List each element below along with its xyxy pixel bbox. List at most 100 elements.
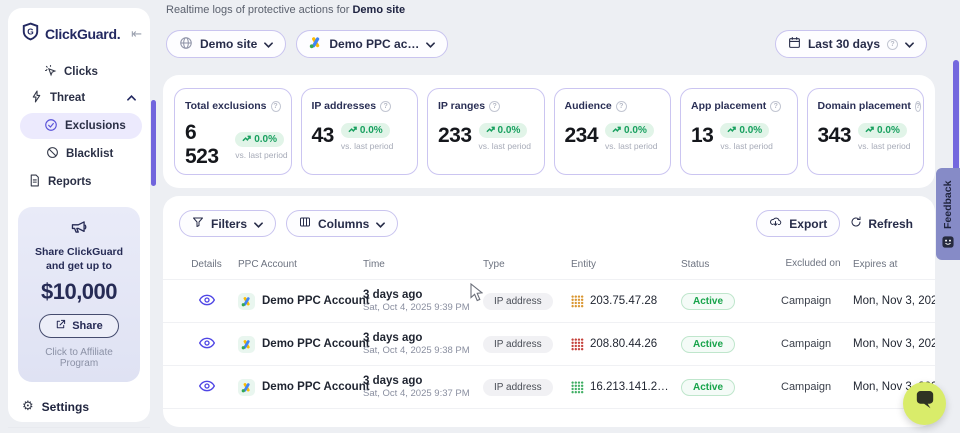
external-link-icon <box>55 319 66 333</box>
trend-badge: 0.0% <box>858 123 907 138</box>
sidebar-nav: Clicks Threat Exclusions Blacklist Repor… <box>8 58 150 194</box>
excluded-on-value: Campaign <box>777 338 849 350</box>
ppc-account-name: Demo PPC Account <box>262 381 370 393</box>
time-exact: Sat, Oct 4, 2025 9:38 PM <box>363 345 475 356</box>
column-header-type[interactable]: Type <box>479 259 567 270</box>
view-details-eye-icon[interactable] <box>199 383 215 395</box>
status-badge: Active <box>681 293 735 310</box>
collapse-sidebar-icon[interactable]: ⇤ <box>131 26 142 42</box>
column-header-entity[interactable]: Entity <box>567 259 677 270</box>
view-details-eye-icon[interactable] <box>199 340 215 352</box>
time-exact: Sat, Oct 4, 2025 9:37 PM <box>363 388 475 399</box>
chat-widget-button[interactable] <box>903 382 946 425</box>
chat-bubble-icon <box>914 391 936 416</box>
help-icon[interactable]: ? <box>489 101 500 112</box>
column-header-time[interactable]: Time <box>359 259 479 270</box>
stat-card-domain-placement: Domain placement? 343 0.0% vs. last peri… <box>807 88 925 175</box>
table-row[interactable]: Demo PPC Account 3 days ago Sat, Oct 4, … <box>163 279 935 322</box>
google-ads-icon <box>238 336 255 353</box>
export-button[interactable]: Export <box>756 210 840 237</box>
info-icon: ? <box>887 39 898 50</box>
stat-card-audience: Audience? 234 0.0% vs. last period <box>554 88 672 175</box>
trend-up-icon <box>727 126 736 134</box>
table-row[interactable]: Demo PPC Account 3 days ago Sat, Oct 4, … <box>163 322 935 365</box>
expires-at-value: Mon, Nov 3, 2025 <box>849 295 919 307</box>
account-selector-label: Demo PPC ac… <box>329 37 419 51</box>
stat-title: Domain placement <box>818 100 911 112</box>
chevron-down-icon <box>426 37 435 51</box>
megaphone-icon <box>70 222 88 239</box>
feedback-tab-label: Feedback <box>936 174 960 236</box>
column-header-expires-at[interactable]: Expires at <box>849 259 919 270</box>
ip-identicon <box>571 338 584 351</box>
stat-card-total-exclusions: Total exclusions? 6 523 0.0% vs. last pe… <box>174 88 292 175</box>
table-row <box>163 408 935 427</box>
stat-caption: vs. last period <box>479 141 531 151</box>
excluded-on-value: Campaign <box>777 381 849 393</box>
stat-title: Audience <box>565 100 612 112</box>
affiliate-promo-card[interactable]: Share ClickGuard and get up to $10,000 S… <box>18 207 140 382</box>
stat-card-ip-addresses: IP addresses? 43 0.0% vs. last period <box>301 88 419 175</box>
entity-value: 203.75.47.28 <box>590 295 657 307</box>
table-row[interactable]: Demo PPC Account 3 days ago Sat, Oct 4, … <box>163 365 935 408</box>
subtitle-text: Realtime logs of protective actions for <box>166 4 349 16</box>
ppc-account-selector[interactable]: Demo PPC ac… <box>296 30 448 58</box>
settings-label: Settings <box>42 400 89 414</box>
filters-label: Filters <box>211 217 247 231</box>
google-ads-icon <box>238 379 255 396</box>
stat-value: 6 523 <box>185 121 228 169</box>
help-icon[interactable]: ? <box>915 101 921 112</box>
column-header-status[interactable]: Status <box>677 259 777 270</box>
stat-value: 233 <box>438 124 472 148</box>
sidebar-item-threat[interactable]: Threat <box>8 86 150 110</box>
calendar-icon <box>788 36 801 52</box>
filters-button[interactable]: Filters <box>179 210 276 237</box>
promo-heading: Share ClickGuard and get up to <box>26 245 132 273</box>
stat-card-app-placement: App placement? 13 0.0% vs. last period <box>680 88 798 175</box>
help-icon[interactable]: ? <box>770 101 781 112</box>
column-header-details[interactable]: Details <box>179 259 234 270</box>
feedback-smiley-icon <box>942 235 954 253</box>
sidebar-item-exclusions[interactable]: Exclusions <box>20 113 142 139</box>
promo-amount: $10,000 <box>26 279 132 305</box>
stats-panel: Total exclusions? 6 523 0.0% vs. last pe… <box>163 75 935 188</box>
columns-icon <box>299 216 311 231</box>
table-header: Details PPC Account Time Type Entity Sta… <box>163 249 935 279</box>
feedback-tab[interactable]: Feedback <box>936 168 960 260</box>
help-icon[interactable]: ? <box>271 101 281 112</box>
column-header-ppc-account[interactable]: PPC Account <box>234 259 359 270</box>
column-header-excluded-on[interactable]: Excluded on <box>777 258 849 270</box>
sidebar-item-clicks[interactable]: Clicks <box>8 60 150 84</box>
date-range-selector[interactable]: Last 30 days ? <box>775 30 927 58</box>
trend-up-icon <box>348 126 357 134</box>
stat-value: 234 <box>565 124 599 148</box>
view-details-eye-icon[interactable] <box>199 297 215 309</box>
ip-identicon <box>571 381 584 394</box>
ppc-account-name: Demo PPC Account <box>262 295 370 307</box>
stat-title: App placement <box>691 100 766 112</box>
columns-label: Columns <box>318 217 369 231</box>
trend-badge: 0.0% <box>341 123 390 138</box>
account-switcher[interactable]: NA gmail.com naatali.ro@gmail.com <box>8 428 150 433</box>
help-icon[interactable]: ? <box>616 101 627 112</box>
sidebar-scrollbar-thumb[interactable] <box>151 100 156 186</box>
sidebar-item-label: Reports <box>48 176 91 188</box>
chevron-down-icon <box>254 217 263 231</box>
stat-title: IP ranges <box>438 100 485 112</box>
stat-caption: vs. last period <box>235 150 280 160</box>
refresh-button[interactable]: Refresh <box>850 216 919 231</box>
excluded-on-value: Campaign <box>777 295 849 307</box>
click-cursor-icon <box>44 64 57 80</box>
globe-icon <box>179 36 193 53</box>
sidebar-item-settings[interactable]: ⚙ Settings <box>8 382 150 423</box>
google-ads-icon <box>309 36 322 52</box>
stat-caption: vs. last period <box>605 141 657 151</box>
entity-value: 208.80.44.26 <box>590 338 657 350</box>
sidebar-item-reports[interactable]: Reports <box>8 170 150 194</box>
share-button[interactable]: Share <box>39 314 119 338</box>
site-selector[interactable]: Demo site <box>166 30 286 58</box>
sidebar-item-label: Clicks <box>64 66 98 78</box>
help-icon[interactable]: ? <box>380 101 391 112</box>
columns-button[interactable]: Columns <box>286 210 398 237</box>
sidebar-item-blacklist[interactable]: Blacklist <box>8 142 150 166</box>
